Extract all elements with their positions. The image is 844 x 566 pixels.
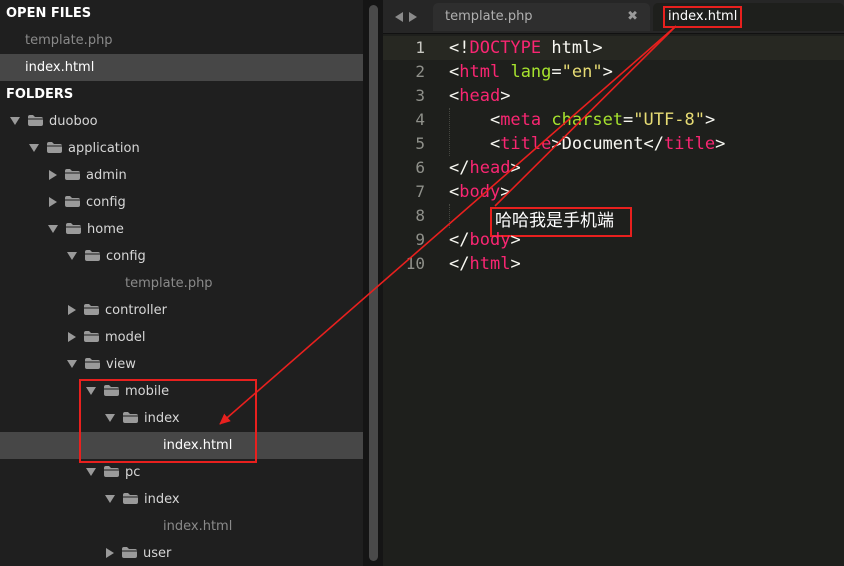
tree-item-label: index: [144, 492, 180, 507]
line-number: 7: [415, 182, 425, 201]
disclosure-expanded-icon[interactable]: [10, 116, 20, 125]
line-number: 8: [415, 206, 425, 225]
code-line-7: <body>: [449, 182, 511, 202]
line-number: 4: [415, 110, 425, 129]
annotation-highlight-box: [79, 379, 257, 463]
disclosure-collapsed-icon[interactable]: [49, 196, 57, 207]
folder-icon: [28, 114, 43, 126]
tree-item-label: config: [106, 249, 146, 264]
line-number: 9: [415, 230, 425, 249]
code-line-10: </html>: [449, 254, 521, 274]
tree-item-label: config: [86, 195, 126, 210]
code-line-6: </head>: [449, 158, 521, 178]
tab-template-php[interactable]: template.php ✖: [433, 3, 650, 31]
open-file-item[interactable]: template.php: [0, 27, 363, 54]
code-line-3: <head>: [449, 86, 511, 106]
tree-folder-item[interactable]: duoboo: [0, 108, 363, 135]
open-files-header: OPEN FILES: [6, 6, 92, 21]
tree-item-label: controller: [105, 303, 168, 318]
line-number: 3: [415, 86, 425, 105]
code-editor[interactable]: 1 2 3 4 5 6 7 8 9 10 <!DOCTYPE html> <ht…: [383, 34, 844, 566]
folder-icon: [65, 168, 80, 180]
tree-folder-item[interactable]: model: [0, 324, 363, 351]
tree-file-item[interactable]: template.php: [0, 270, 363, 297]
code-line-4: <meta charset="UTF-8">: [449, 110, 716, 130]
disclosure-expanded-icon[interactable]: [67, 359, 77, 368]
tab-label: template.php: [445, 9, 533, 24]
tree-folder-item[interactable]: config: [0, 243, 363, 270]
folder-icon: [104, 465, 119, 477]
tree-item-label: template.php: [125, 276, 213, 291]
indent-guide: [449, 204, 450, 228]
disclosure-expanded-icon[interactable]: [105, 494, 115, 503]
tab-index-html[interactable]: index.html: [653, 3, 844, 31]
tree-folder-item[interactable]: application: [0, 135, 363, 162]
disclosure-collapsed-icon[interactable]: [49, 169, 57, 180]
line-number: 2: [415, 62, 425, 81]
tree-folder-item[interactable]: controller: [0, 297, 363, 324]
code-line-5: <title>Document</title>: [449, 134, 726, 154]
tree-folder-item[interactable]: config: [0, 189, 363, 216]
tree-item-label: admin: [86, 168, 127, 183]
tree-folder-item[interactable]: pc: [0, 459, 363, 486]
disclosure-collapsed-icon[interactable]: [68, 304, 76, 315]
tab-label: index.html: [663, 6, 743, 28]
tree-item-label: index.html: [163, 519, 233, 534]
line-number: 1: [383, 36, 436, 60]
tree-folder-item[interactable]: view: [0, 351, 363, 378]
tree-item-label: view: [106, 357, 136, 372]
tree-folder-item[interactable]: user: [0, 540, 363, 566]
tree-item-label: home: [87, 222, 124, 237]
disclosure-expanded-icon[interactable]: [48, 224, 58, 233]
disclosure-expanded-icon[interactable]: [67, 251, 77, 260]
disclosure-collapsed-icon[interactable]: [106, 547, 114, 558]
line-number: 10: [405, 254, 425, 273]
line-number: 6: [415, 158, 425, 177]
tab-scroll-left-icon[interactable]: [395, 12, 403, 22]
tree-item-label: user: [143, 546, 172, 561]
sidebar-scrollbar-thumb[interactable]: [369, 5, 378, 561]
tab-scroll-right-icon[interactable]: [409, 12, 417, 22]
close-icon[interactable]: ✖: [627, 3, 638, 31]
disclosure-expanded-icon[interactable]: [86, 467, 96, 476]
open-file-label: template.php: [25, 33, 113, 48]
folder-icon: [122, 546, 137, 558]
tree-folder-item[interactable]: index: [0, 486, 363, 513]
code-line-2: <html lang="en">: [449, 62, 613, 82]
folders-header: FOLDERS: [6, 87, 74, 102]
sidebar: OPEN FILES template.php index.html FOLDE…: [0, 0, 363, 566]
folder-icon: [84, 303, 99, 315]
disclosure-collapsed-icon[interactable]: [68, 331, 76, 342]
folder-icon: [85, 357, 100, 369]
open-file-item-active[interactable]: index.html: [0, 54, 363, 81]
code-line-1: <!DOCTYPE html>: [449, 38, 603, 58]
tree-item-label: model: [105, 330, 146, 345]
tree-folder-item[interactable]: home: [0, 216, 363, 243]
tree-item-label: pc: [125, 465, 141, 480]
folder-icon: [85, 249, 100, 261]
open-file-label: index.html: [25, 60, 95, 75]
tab-bar: template.php ✖ index.html: [383, 0, 844, 34]
folder-icon: [47, 141, 62, 153]
tree-item-label: duoboo: [49, 114, 98, 129]
folder-icon: [123, 492, 138, 504]
line-number-gutter: 1 2 3 4 5 6 7 8 9 10: [383, 34, 436, 566]
folder-icon: [66, 222, 81, 234]
folder-icon: [84, 330, 99, 342]
code-line-9: </body>: [449, 230, 521, 250]
line-number: 5: [415, 134, 425, 153]
folder-icon: [65, 195, 80, 207]
tree-item-label: application: [68, 141, 140, 156]
tree-folder-item[interactable]: admin: [0, 162, 363, 189]
disclosure-expanded-icon[interactable]: [29, 143, 39, 152]
tree-file-item[interactable]: index.html: [0, 513, 363, 540]
